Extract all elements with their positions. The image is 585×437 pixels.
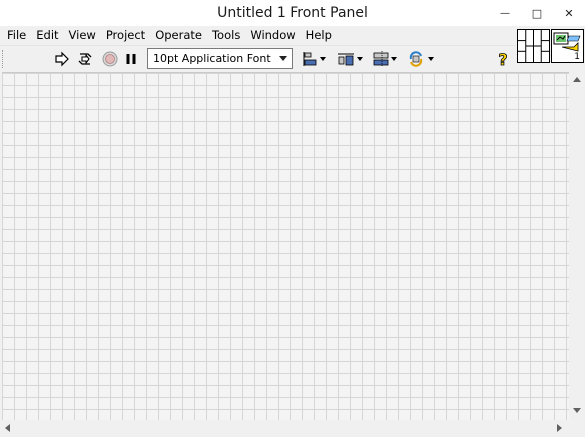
- distribute-objects-icon: [338, 53, 363, 66]
- run-arrow-icon: [55, 51, 69, 67]
- connector-pane[interactable]: [517, 29, 550, 63]
- font-select[interactable]: 10pt Application Font: [147, 48, 293, 69]
- menu-edit[interactable]: Edit: [31, 26, 63, 45]
- resize-objects-button[interactable]: [371, 49, 399, 69]
- menu-file[interactable]: File: [2, 26, 31, 45]
- align-objects-button[interactable]: [300, 49, 328, 69]
- minimize-button[interactable]: —: [489, 0, 521, 26]
- minimize-icon: —: [500, 7, 510, 19]
- pause-button[interactable]: [122, 49, 140, 69]
- front-panel-canvas[interactable]: [2, 72, 569, 420]
- menu-project[interactable]: Project: [101, 26, 150, 45]
- connector-pane-pattern-icon: [518, 30, 549, 62]
- chevron-down-icon: [279, 56, 287, 61]
- scroll-up-icon[interactable]: [573, 77, 581, 82]
- resize-objects-icon: [373, 51, 397, 67]
- toolbar: 10pt Application Font ?: [0, 45, 515, 71]
- abort-execution-button[interactable]: [100, 49, 120, 69]
- title-bar[interactable]: Untitled 1 Front Panel — □ ✕: [0, 0, 585, 26]
- reorder-icon: [409, 51, 434, 67]
- vi-number: 1: [574, 52, 580, 62]
- scroll-right-icon[interactable]: [557, 424, 562, 432]
- scroll-left-icon[interactable]: [5, 424, 10, 432]
- window-title: Untitled 1 Front Panel: [217, 5, 368, 21]
- context-help-icon: ?: [498, 49, 508, 69]
- menu-window[interactable]: Window: [245, 26, 300, 45]
- window-controls: — □ ✕: [489, 0, 585, 26]
- vertical-scrollbar[interactable]: [569, 72, 585, 420]
- run-continuously-icon: [78, 53, 92, 65]
- close-icon: ✕: [564, 6, 574, 20]
- abort-execution-icon: [102, 51, 118, 67]
- align-objects-icon: [303, 52, 326, 66]
- menu-help[interactable]: Help: [301, 26, 337, 45]
- menu-operate[interactable]: Operate: [150, 26, 207, 45]
- font-select-value: 10pt Application Font: [153, 52, 271, 65]
- maximize-icon: □: [531, 6, 543, 20]
- horizontal-scrollbar[interactable]: [0, 420, 569, 437]
- menu-tools[interactable]: Tools: [207, 26, 245, 45]
- scroll-down-icon[interactable]: [573, 408, 581, 413]
- maximize-button[interactable]: □: [521, 0, 553, 26]
- vi-icon[interactable]: 1: [551, 29, 584, 63]
- toolbar-grip[interactable]: [2, 50, 5, 68]
- close-button[interactable]: ✕: [553, 0, 585, 26]
- context-help-button[interactable]: ?: [494, 49, 512, 69]
- pause-icon: [126, 54, 136, 64]
- run-button[interactable]: [52, 49, 72, 69]
- size-grip[interactable]: [569, 420, 585, 437]
- menu-bar: File Edit View Project Operate Tools Win…: [0, 26, 515, 45]
- menu-view[interactable]: View: [64, 26, 101, 45]
- run-continuously-button[interactable]: [74, 49, 96, 69]
- distribute-objects-button[interactable]: [335, 49, 365, 69]
- reorder-button[interactable]: [406, 49, 436, 69]
